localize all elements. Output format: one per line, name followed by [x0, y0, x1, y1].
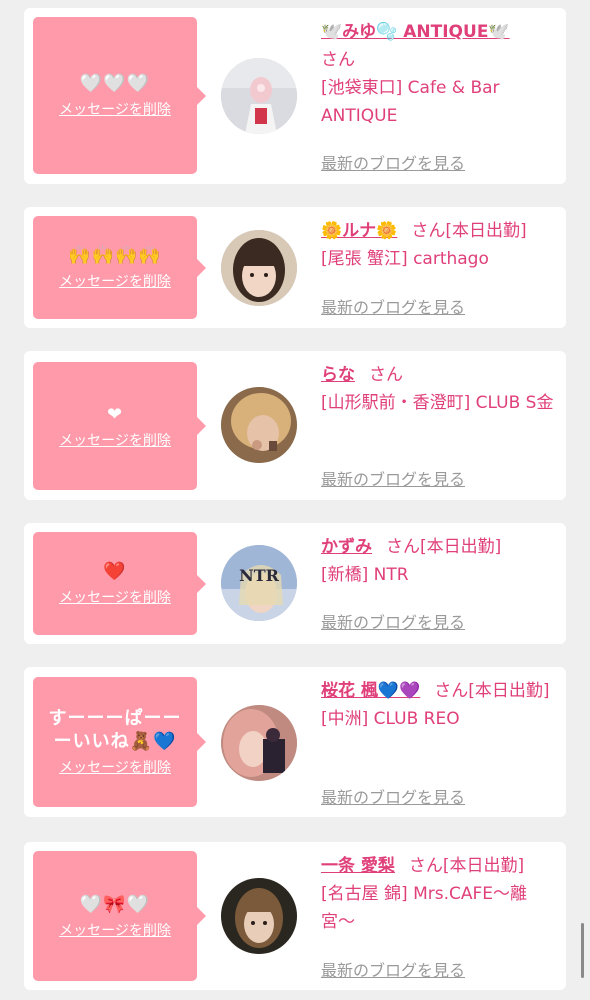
cast-name-link[interactable]: 🕊️みゆ🫧 ANTIQUE🕊️: [321, 22, 510, 42]
shop-label: [名古屋 錦] Mrs.CAFE〜離宮〜: [321, 884, 528, 932]
honorific: さん: [411, 221, 446, 241]
message-text: ❤: [106, 403, 124, 425]
latest-blog-link[interactable]: 最新のブログを見る: [321, 294, 465, 318]
cast-name-link[interactable]: 一条 愛梨: [321, 856, 395, 876]
message-card: ❤️ メッセージを削除 NTR かずみ さん[本日出勤] [新橋] NTR 最新の…: [24, 523, 566, 644]
cast-name-link[interactable]: 🌼ルナ🌼: [321, 221, 397, 241]
honorific: さん: [434, 681, 469, 701]
message-bubble: すーーーぱーーーいいね🧸💙 メッセージを削除: [33, 677, 206, 807]
avatar[interactable]: [221, 230, 297, 306]
shop-label: [山形駅前・香澄町] CLUB S金: [321, 393, 554, 413]
scrollbar[interactable]: [581, 923, 584, 978]
latest-blog-link[interactable]: 最新のブログを見る: [321, 784, 465, 808]
message-bubble: ❤ メッセージを削除: [33, 362, 206, 490]
message-card: 🙌🙌🙌🙌 メッセージを削除 🌼ルナ🌼 さん[本日出勤] [尾張 蟹江] carth…: [24, 207, 566, 328]
shop-label: [中洲] CLUB REO: [321, 709, 460, 729]
honorific: さん: [408, 856, 443, 876]
message-text: すーーーぱーーーいいね🧸💙: [48, 708, 182, 752]
honorific: さん: [321, 50, 355, 70]
delete-message-link[interactable]: メッセージを削除: [59, 430, 171, 450]
cast-info: 🕊️みゆ🫧 ANTIQUE🕊️ さん [池袋東口] Cafe & Bar ANT…: [321, 18, 558, 130]
latest-blog-link[interactable]: 最新のブログを見る: [321, 609, 465, 633]
message-card: 🤍🤍🤍 メッセージを削除 🕊️みゆ🫧 ANTIQUE🕊️ さん [池袋東口] C…: [24, 8, 566, 184]
message-card: ❤ メッセージを削除 らな さん [山形駅前・香澄町] CLUB S金 最新のブロ…: [24, 351, 566, 500]
message-card: 🤍🎀🤍 メッセージを削除 一条 愛梨 さん[本日出勤] [名古屋 錦] Mrs.C…: [24, 842, 566, 990]
message-bubble: 🤍🤍🤍 メッセージを削除: [33, 17, 206, 174]
delete-message-link[interactable]: メッセージを削除: [59, 757, 171, 777]
cast-name-link[interactable]: 桜花 楓💙💜: [321, 681, 420, 701]
message-text: 🤍🤍🤍: [79, 73, 151, 94]
delete-message-link[interactable]: メッセージを削除: [59, 587, 171, 607]
message-bubble: 🤍🎀🤍 メッセージを削除: [33, 851, 206, 981]
avatar[interactable]: [221, 58, 297, 134]
message-text: 🙌🙌🙌🙌: [68, 245, 162, 266]
avatar[interactable]: NTR: [221, 545, 297, 621]
shop-label: [尾張 蟹江] carthago: [321, 249, 489, 269]
message-bubble: 🙌🙌🙌🙌 メッセージを削除: [33, 216, 206, 319]
cast-info: かずみ さん[本日出勤] [新橋] NTR: [321, 533, 558, 589]
status-badge: [本日出勤]: [468, 681, 550, 701]
shop-label: [池袋東口] Cafe & Bar ANTIQUE: [321, 78, 500, 126]
avatar[interactable]: [221, 705, 297, 781]
latest-blog-link[interactable]: 最新のブログを見る: [321, 957, 465, 981]
cast-info: らな さん [山形駅前・香澄町] CLUB S金: [321, 361, 558, 417]
shop-label: [新橋] NTR: [321, 565, 409, 585]
cast-name-link[interactable]: らな: [321, 365, 355, 385]
delete-message-link[interactable]: メッセージを削除: [59, 271, 171, 291]
message-text: 🤍🎀🤍: [79, 893, 151, 915]
honorific: さん: [386, 537, 420, 557]
avatar[interactable]: [221, 878, 297, 954]
message-text: ❤️: [103, 561, 127, 582]
delete-message-link[interactable]: メッセージを削除: [59, 920, 171, 940]
cast-info: 🌼ルナ🌼 さん[本日出勤] [尾張 蟹江] carthago: [321, 217, 558, 273]
cast-info: 桜花 楓💙💜 さん[本日出勤] [中洲] CLUB REO: [321, 677, 558, 733]
status-badge: [本日出勤]: [445, 221, 527, 241]
honorific: さん: [369, 365, 403, 385]
status-badge: [本日出勤]: [420, 537, 502, 557]
latest-blog-link[interactable]: 最新のブログを見る: [321, 150, 465, 174]
cast-info: 一条 愛梨 さん[本日出勤] [名古屋 錦] Mrs.CAFE〜離宮〜: [321, 852, 558, 936]
latest-blog-link[interactable]: 最新のブログを見る: [321, 466, 465, 490]
cast-name-link[interactable]: かずみ: [321, 537, 372, 557]
message-bubble: ❤️ メッセージを削除: [33, 532, 206, 635]
message-card: すーーーぱーーーいいね🧸💙 メッセージを削除 桜花 楓💙💜 さん[本日出勤] [中…: [24, 667, 566, 817]
avatar[interactable]: [221, 387, 297, 463]
status-badge: [本日出勤]: [442, 856, 525, 876]
svg-text:NTR: NTR: [239, 566, 280, 585]
delete-message-link[interactable]: メッセージを削除: [59, 99, 171, 119]
